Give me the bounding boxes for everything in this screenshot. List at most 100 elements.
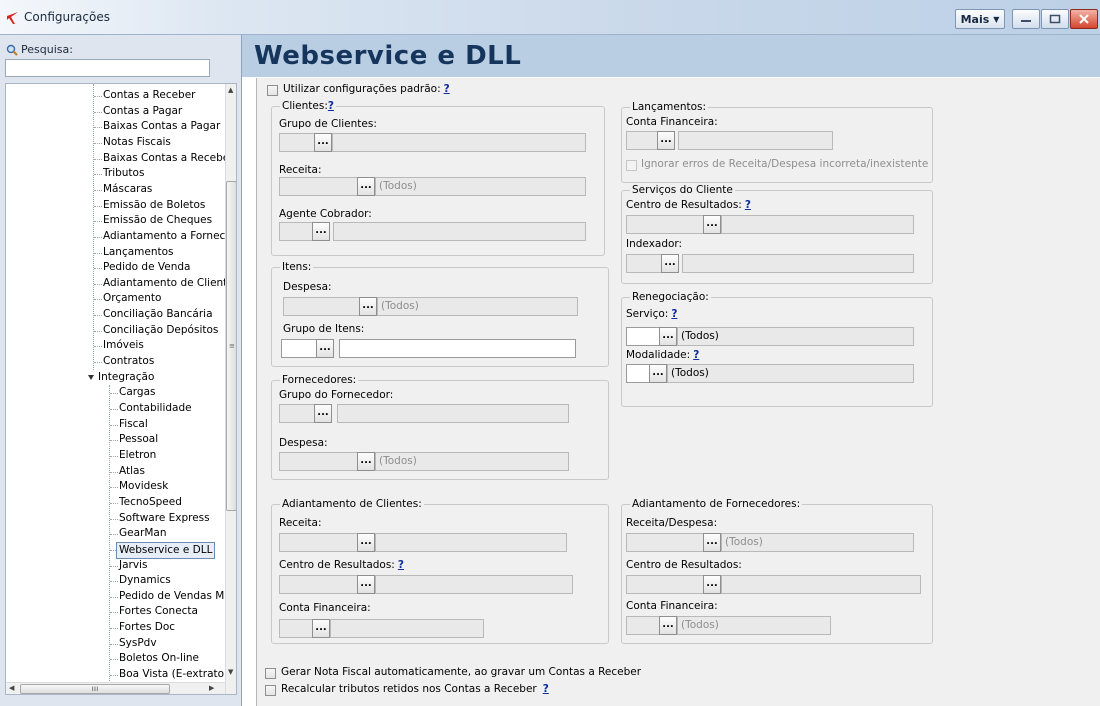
tree-horizontal-scrollbar[interactable]: ◀ ııı ▶ [6,682,225,694]
tree-item[interactable]: Imóveis [103,338,144,353]
grupo-fornecedor-code[interactable] [279,404,315,423]
tree-item[interactable]: Eletron [119,448,156,463]
adiant-receita-code[interactable] [279,533,358,552]
adiant-receita-desc[interactable] [375,533,567,552]
servico-code[interactable] [626,327,660,346]
adiant-centro-lookup-button[interactable]: ... [357,575,375,594]
tree-item[interactable]: Contratos [103,354,154,369]
grupo-itens-desc[interactable] [339,339,576,358]
scroll-left-icon[interactable]: ◀ [9,684,14,692]
fornecedores-despesa-desc[interactable]: (Todos) [375,452,569,471]
conta-financeira-desc[interactable] [678,131,833,150]
tree-item[interactable]: Conciliação Depósitos [103,323,218,338]
tree-item[interactable]: Cargas [119,385,155,400]
itens-despesa-lookup-button[interactable]: ... [359,297,377,316]
receita-desc[interactable]: (Todos) [375,177,586,196]
servicos-centro-desc[interactable] [721,215,914,234]
expand-arrow-icon[interactable] [88,374,94,380]
tree-item[interactable]: Webservice e DLL [116,541,216,559]
adiant-forn-centro-lookup-button[interactable]: ... [703,575,721,594]
adiant-forn-conta-desc[interactable]: (Todos) [677,616,831,635]
tree-item[interactable]: Fortes Doc [119,620,175,635]
tree-item[interactable]: Máscaras [103,182,152,197]
adiant-centro-desc[interactable] [375,575,573,594]
modalidade-code[interactable] [626,364,650,383]
agente-code[interactable] [279,222,313,241]
tree-item[interactable]: Boletos On-line [119,651,199,666]
grupo-fornecedor-desc[interactable] [337,404,569,423]
receita-lookup-button[interactable]: ... [357,177,375,196]
help-link[interactable]: ? [671,308,677,320]
grupo-fornecedor-lookup-button[interactable]: ... [314,404,332,423]
tree-item[interactable]: Fortes Conecta [119,604,198,619]
indexador-code[interactable] [626,254,662,273]
help-link[interactable]: ? [745,199,751,211]
conta-financeira-lookup-button[interactable]: ... [657,131,675,150]
tree-item[interactable]: Contas a Receber [103,88,196,103]
scroll-up-icon[interactable]: ▲ [228,86,233,94]
tree-item[interactable]: Movidesk [119,479,168,494]
tree-vertical-scrollbar[interactable]: ▲ ≡ ▼ [225,84,236,694]
tree-item[interactable]: TecnoSpeed [119,495,182,510]
fornecedores-despesa-code[interactable] [279,452,358,471]
adiant-conta-code[interactable] [279,619,313,638]
tree-item[interactable]: Notas Fiscais [103,135,171,150]
tree-item[interactable]: Atlas [119,464,145,479]
conta-financeira-code[interactable] [626,131,658,150]
indexador-desc[interactable] [682,254,914,273]
adiant-conta-desc[interactable] [330,619,484,638]
tree-item[interactable]: Fiscal [119,417,148,432]
tree-item[interactable]: GearMan [119,526,167,541]
help-link[interactable]: ? [543,683,549,695]
grupo-clientes-lookup-button[interactable]: ... [314,133,332,152]
agente-desc[interactable] [333,222,586,241]
tree-item[interactable]: SysPdv [119,636,157,651]
tree-item[interactable]: Pessoal [119,432,158,447]
tree-item[interactable]: Lançamentos [103,245,174,260]
horizontal-scroll-thumb[interactable]: ııı [20,684,170,694]
servicos-centro-lookup-button[interactable]: ... [703,215,721,234]
help-link[interactable]: ? [444,83,450,95]
servicos-centro-code[interactable] [626,215,704,234]
tree-item[interactable]: Dynamics [119,573,171,588]
grupo-clientes-desc[interactable] [332,133,586,152]
tree-item[interactable]: Orçamento [103,291,161,306]
tree-item[interactable]: Pedido de Vendas M [119,589,224,604]
tree-item[interactable]: Conciliação Bancária [103,307,213,322]
agente-lookup-button[interactable]: ... [312,222,330,241]
adiant-receita-lookup-button[interactable]: ... [357,533,375,552]
tree-item[interactable]: Emissão de Cheques [103,213,212,228]
tree-item[interactable]: Tributos [103,166,144,181]
grupo-itens-lookup-button[interactable]: ... [316,339,334,358]
minimize-button[interactable] [1012,9,1040,29]
search-input[interactable] [5,59,210,77]
adiant-forn-centro-code[interactable] [626,575,704,594]
servico-desc[interactable]: (Todos) [677,327,914,346]
tree-item[interactable]: Contas a Pagar [103,104,182,119]
help-link[interactable]: ? [693,349,699,361]
adiant-forn-centro-desc[interactable] [721,575,921,594]
close-button[interactable] [1070,9,1098,29]
modalidade-desc[interactable]: (Todos) [667,364,914,383]
adiant-forn-receita-desc[interactable]: (Todos) [721,533,914,552]
adiant-conta-lookup-button[interactable]: ... [312,619,330,638]
itens-despesa-code[interactable] [283,297,360,316]
itens-despesa-desc[interactable]: (Todos) [377,297,578,316]
modalidade-lookup-button[interactable]: ... [649,364,667,383]
recalcular-checkbox[interactable] [265,685,276,696]
help-link[interactable]: ? [398,559,404,571]
grupo-clientes-code[interactable] [279,133,315,152]
ignorar-erros-checkbox[interactable] [626,160,637,171]
tree-item[interactable]: Baixas Contas a Recebei [103,151,232,166]
tree-item[interactable]: Emissão de Boletos [103,198,205,213]
adiant-forn-receita-lookup-button[interactable]: ... [703,533,721,552]
use-default-checkbox[interactable] [267,85,278,96]
indexador-lookup-button[interactable]: ... [661,254,679,273]
maximize-button[interactable] [1041,9,1069,29]
receita-code[interactable] [279,177,358,196]
tree-item[interactable]: Contabilidade [119,401,192,416]
tree-item[interactable]: Adiantamento de Clientes [103,276,236,291]
tree-item-integracao[interactable]: Integração [98,370,154,385]
adiant-centro-code[interactable] [279,575,358,594]
tree-item[interactable]: Boa Vista (E-extrato) [119,667,228,682]
